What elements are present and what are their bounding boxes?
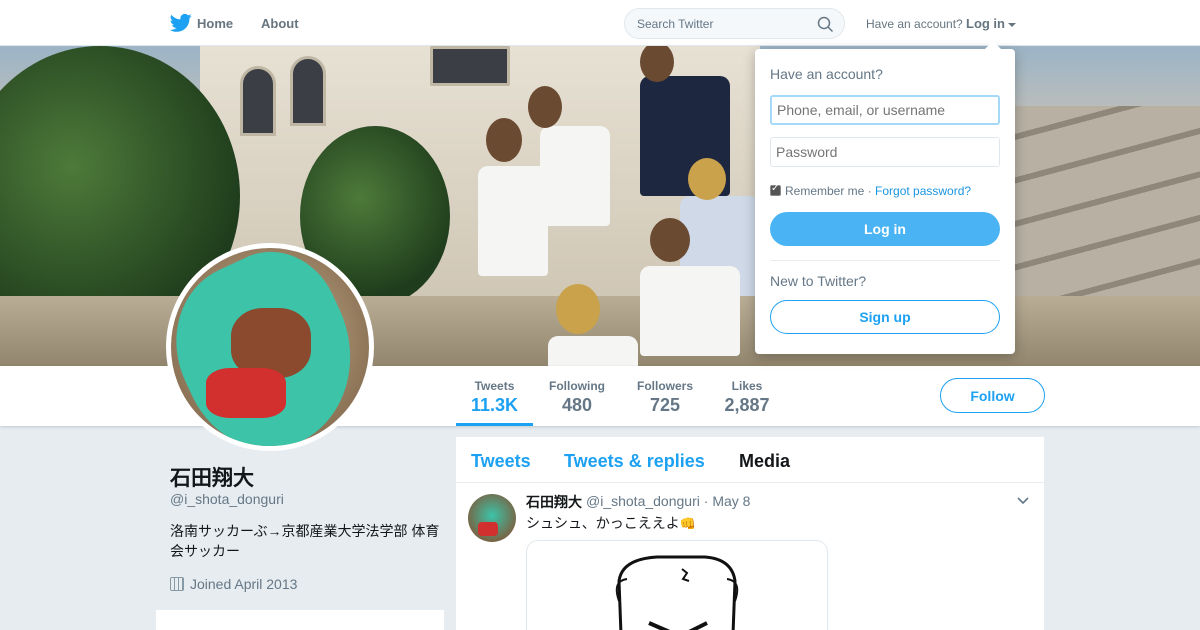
tweet-media-drawing — [615, 555, 739, 630]
header-person — [548, 336, 638, 366]
header-person-head — [688, 158, 726, 200]
stat-label: Likes — [731, 379, 763, 393]
header-window — [430, 46, 510, 86]
header-person-head — [556, 284, 600, 334]
header-window — [240, 66, 276, 136]
have-account-text: Have an account? — [866, 17, 963, 31]
tab-tweets-replies[interactable]: Tweets & replies — [564, 451, 705, 472]
nav-home-link[interactable]: Home — [197, 16, 233, 31]
stat-value: 725 — [649, 395, 681, 415]
remember-checkbox[interactable] — [770, 183, 781, 196]
chevron-down-icon[interactable] — [1016, 494, 1030, 508]
fist-emoji-icon: 👊 — [679, 516, 696, 531]
profile-joined: Joined April 2013 — [170, 576, 297, 592]
header-person-head — [650, 218, 690, 262]
search-input[interactable]: Search Twitter — [624, 8, 845, 39]
tweet-avatar-shorts — [478, 522, 498, 536]
stat-label: Following — [549, 379, 605, 393]
login-link-label: Log in — [966, 16, 1005, 31]
username-input[interactable] — [770, 95, 1000, 125]
search-placeholder: Search Twitter — [637, 17, 714, 31]
forgot-password-link[interactable]: Forgot password? — [875, 184, 971, 198]
nav-about-link[interactable]: About — [261, 16, 299, 31]
stat-label: Followers — [636, 379, 693, 393]
header-person — [478, 166, 548, 276]
remember-label[interactable]: Remember me — [785, 184, 864, 198]
header-person-head — [486, 118, 522, 162]
tweet-author-name[interactable]: 石田翔大 — [526, 492, 582, 512]
stat-following[interactable]: Following 480 — [541, 366, 613, 426]
header-person — [540, 126, 610, 226]
remember-row: Remember me · Forgot password? — [770, 183, 971, 198]
tweet-date[interactable]: May 8 — [712, 493, 750, 509]
calendar-icon — [170, 577, 184, 591]
joined-date: Joined April 2013 — [190, 576, 298, 592]
login-dropdown-toggle[interactable]: Log in — [966, 16, 1016, 31]
stat-tweets[interactable]: Tweets 11.3K — [456, 366, 533, 426]
tab-tweets[interactable]: Tweets — [471, 451, 531, 472]
follow-button[interactable]: Follow — [940, 378, 1045, 413]
new-to-twitter-text: New to Twitter? — [770, 273, 867, 289]
search-icon[interactable] — [817, 16, 834, 33]
header-person-head — [528, 86, 562, 128]
tweet-media[interactable] — [526, 540, 828, 630]
profile-handle[interactable]: @i_shota_donguri — [170, 491, 284, 507]
profile-avatar[interactable] — [166, 243, 374, 451]
timeline-tabs: Tweets Tweets & replies Media — [456, 437, 1044, 483]
stat-followers[interactable]: Followers 725 — [630, 366, 700, 426]
tweet-avatar[interactable] — [468, 494, 516, 542]
stat-label: Tweets — [474, 379, 515, 393]
login-dropdown: Have an account? Remember me · Forgot pa… — [755, 41, 1015, 354]
signup-button[interactable]: Sign up — [770, 300, 1000, 334]
tweet-author-handle[interactable]: @i_shota_donguri — [586, 493, 700, 509]
stat-value: 480 — [561, 395, 593, 415]
stat-value: 11.3K — [470, 395, 519, 415]
header-window — [290, 56, 326, 126]
profile-bio: 洛南サッカーぶ→京都産業大学法学部 体育会サッカー — [170, 523, 440, 559]
dropdown-title: Have an account? — [770, 66, 883, 82]
login-button[interactable]: Log in — [770, 212, 1000, 246]
tweet-text-body: シュシュ、かっこええよ — [526, 515, 680, 531]
tweet-author-meta: @i_shota_donguri · May 8 — [586, 493, 751, 509]
header-person — [640, 266, 740, 356]
tab-media[interactable]: Media — [739, 451, 790, 472]
profile-name[interactable]: 石田翔大 — [170, 462, 254, 492]
timeline: Tweets Tweets & replies Media 石田翔大 @i_sh… — [456, 437, 1044, 630]
caret-down-icon — [1008, 22, 1016, 27]
twitter-bird-icon[interactable] — [170, 13, 192, 33]
side-card — [156, 610, 444, 630]
stat-likes[interactable]: Likes 2,887 — [718, 366, 776, 426]
divider — [770, 260, 1000, 261]
tweet-text: シュシュ、かっこええよ👊 — [526, 513, 696, 533]
avatar-shorts — [206, 368, 286, 418]
top-nav: Home About Search Twitter Have an accoun… — [0, 0, 1200, 46]
stat-value: 2,887 — [724, 395, 770, 415]
password-input[interactable] — [770, 137, 1000, 167]
